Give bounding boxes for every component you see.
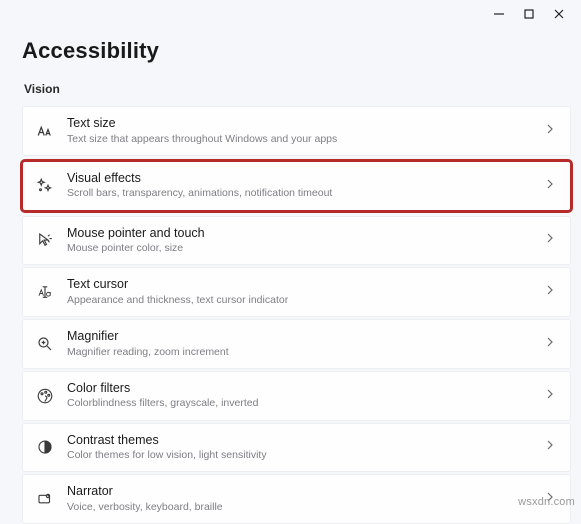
- page-title: Accessibility: [22, 38, 159, 64]
- item-texts: Text cursor Appearance and thickness, te…: [67, 277, 544, 307]
- item-title: Text size: [67, 116, 544, 132]
- item-desc: Text size that appears throughout Window…: [67, 133, 544, 146]
- text-cursor-icon: [35, 282, 55, 302]
- settings-list: Text size Text size that appears through…: [22, 106, 571, 524]
- narrator-icon: [35, 489, 55, 509]
- item-desc: Colorblindness filters, grayscale, inver…: [67, 397, 544, 410]
- visual-effects-icon: [35, 176, 55, 196]
- magnifier-icon: [35, 334, 55, 354]
- item-title: Contrast themes: [67, 433, 544, 449]
- item-text-size[interactable]: Text size Text size that appears through…: [22, 106, 571, 156]
- text-size-icon: [35, 121, 55, 141]
- contrast-icon: [35, 437, 55, 457]
- chevron-right-icon: [544, 283, 556, 301]
- item-desc: Magnifier reading, zoom increment: [67, 346, 544, 359]
- watermark: wsxdn.com: [518, 496, 575, 508]
- item-visual-effects[interactable]: Visual effects Scroll bars, transparency…: [22, 161, 571, 211]
- item-desc: Voice, verbosity, keyboard, braille: [67, 501, 544, 514]
- item-color-filters[interactable]: Color filters Colorblindness filters, gr…: [22, 371, 571, 421]
- mouse-pointer-icon: [35, 230, 55, 250]
- chevron-right-icon: [544, 335, 556, 353]
- chevron-right-icon: [544, 177, 556, 195]
- item-texts: Narrator Voice, verbosity, keyboard, bra…: [67, 484, 544, 514]
- item-magnifier[interactable]: Magnifier Magnifier reading, zoom increm…: [22, 319, 571, 369]
- section-label-vision: Vision: [24, 82, 60, 96]
- item-text-cursor[interactable]: Text cursor Appearance and thickness, te…: [22, 267, 571, 317]
- item-contrast-themes[interactable]: Contrast themes Color themes for low vis…: [22, 423, 571, 473]
- item-texts: Visual effects Scroll bars, transparency…: [67, 171, 544, 201]
- maximize-button[interactable]: [521, 6, 537, 22]
- item-desc: Appearance and thickness, text cursor in…: [67, 294, 544, 307]
- item-texts: Color filters Colorblindness filters, gr…: [67, 381, 544, 411]
- color-filters-icon: [35, 386, 55, 406]
- item-title: Color filters: [67, 381, 544, 397]
- item-title: Visual effects: [67, 171, 544, 187]
- item-title: Text cursor: [67, 277, 544, 293]
- item-texts: Mouse pointer and touch Mouse pointer co…: [67, 226, 544, 256]
- item-mouse-pointer[interactable]: Mouse pointer and touch Mouse pointer co…: [22, 216, 571, 266]
- window-controls: [483, 2, 575, 26]
- close-button[interactable]: [551, 6, 567, 22]
- item-title: Magnifier: [67, 329, 544, 345]
- item-title: Narrator: [67, 484, 544, 500]
- item-title: Mouse pointer and touch: [67, 226, 544, 242]
- item-texts: Contrast themes Color themes for low vis…: [67, 433, 544, 463]
- item-desc: Scroll bars, transparency, animations, n…: [67, 187, 544, 200]
- chevron-right-icon: [544, 122, 556, 140]
- item-desc: Color themes for low vision, light sensi…: [67, 449, 544, 462]
- chevron-right-icon: [544, 387, 556, 405]
- chevron-right-icon: [544, 231, 556, 249]
- item-texts: Text size Text size that appears through…: [67, 116, 544, 146]
- item-texts: Magnifier Magnifier reading, zoom increm…: [67, 329, 544, 359]
- minimize-button[interactable]: [491, 6, 507, 22]
- item-desc: Mouse pointer color, size: [67, 242, 544, 255]
- item-narrator[interactable]: Narrator Voice, verbosity, keyboard, bra…: [22, 474, 571, 524]
- chevron-right-icon: [544, 438, 556, 456]
